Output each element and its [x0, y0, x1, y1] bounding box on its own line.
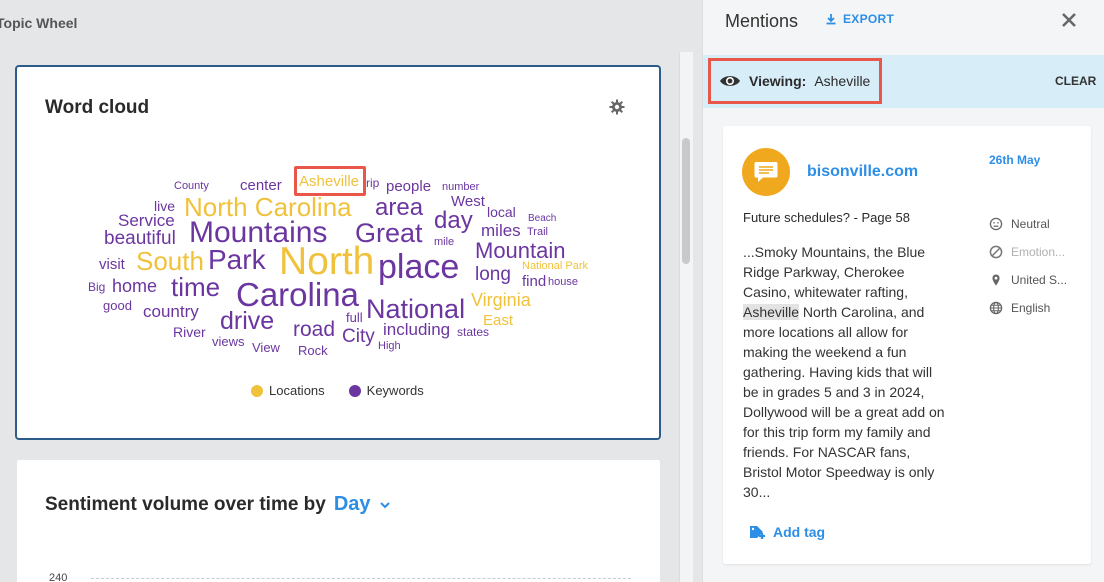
- sentiment-card: Sentiment volume over time by Day 240: [17, 460, 660, 582]
- mention-date: 26th May: [989, 153, 1041, 167]
- word[interactable]: area: [375, 196, 423, 220]
- word[interactable]: place: [378, 250, 459, 284]
- word[interactable]: time: [171, 274, 220, 300]
- word[interactable]: long: [475, 265, 511, 284]
- sentiment-value: Neutral: [1011, 217, 1050, 231]
- word[interactable]: County: [174, 181, 209, 192]
- word[interactable]: drive: [220, 309, 274, 334]
- language-row[interactable]: English: [989, 294, 1085, 322]
- viewing-filter-bar: Viewing: Asheville CLEAR: [703, 55, 1104, 108]
- word[interactable]: City: [342, 327, 375, 346]
- gridline: [91, 578, 631, 579]
- word[interactable]: National Park: [522, 261, 588, 272]
- word[interactable]: full: [346, 311, 363, 324]
- word-cloud-card: Word cloud County center Asheville rip p…: [15, 65, 661, 440]
- export-label: EXPORT: [843, 12, 895, 26]
- word[interactable]: house: [548, 277, 578, 288]
- word[interactable]: find: [522, 274, 546, 289]
- emotion-row[interactable]: Emotion...: [989, 238, 1085, 266]
- word[interactable]: High: [378, 341, 401, 352]
- word[interactable]: good: [103, 299, 132, 312]
- location-row[interactable]: United S...: [989, 266, 1085, 294]
- word[interactable]: Park: [208, 246, 266, 274]
- word[interactable]: day: [434, 209, 473, 233]
- word[interactable]: local: [487, 205, 516, 219]
- highlighted-word-box: [294, 166, 366, 196]
- mention-body-text: ...Smoky Mountains, the Blue Ridge Parkw…: [743, 244, 926, 300]
- mention-highlight: Asheville: [743, 304, 800, 320]
- chevron-down-icon[interactable]: [379, 500, 391, 510]
- language-value: English: [1011, 301, 1051, 315]
- word[interactable]: Trail: [527, 227, 548, 238]
- globe-icon: [989, 301, 1003, 315]
- word[interactable]: road: [293, 319, 335, 340]
- page-title: Topic Wheel: [0, 15, 78, 31]
- mention-card[interactable]: bisonville.com 26th May Future schedules…: [723, 126, 1091, 564]
- word[interactable]: View: [252, 341, 280, 354]
- y-axis-tick: 240: [49, 572, 68, 582]
- word[interactable]: South: [136, 248, 204, 274]
- legend-item-locations[interactable]: Locations: [251, 383, 325, 398]
- word[interactable]: views: [212, 335, 245, 348]
- word[interactable]: Big: [88, 281, 105, 293]
- legend-dot-locations: [251, 384, 263, 397]
- viewing-filter: Viewing: Asheville: [708, 58, 882, 104]
- scrollbar-thumb[interactable]: [682, 138, 690, 264]
- message-icon: [754, 162, 778, 182]
- word[interactable]: states: [457, 326, 489, 338]
- sentiment-title: Sentiment volume over time by Day: [45, 493, 391, 516]
- word[interactable]: home: [112, 277, 157, 295]
- clear-button[interactable]: CLEAR: [1055, 74, 1096, 88]
- word[interactable]: Rock: [298, 344, 328, 357]
- mentions-panel: Mentions EXPORT Viewing: Asheville CLEAR: [702, 0, 1104, 582]
- viewing-value: Asheville: [814, 73, 871, 89]
- location-pin-icon: [992, 274, 1000, 286]
- word[interactable]: center: [240, 178, 282, 193]
- word[interactable]: number: [442, 182, 479, 193]
- legend-dot-keywords: [348, 384, 361, 397]
- word[interactable]: including: [383, 321, 450, 338]
- period-dropdown[interactable]: Day: [334, 493, 371, 516]
- export-button[interactable]: EXPORT: [825, 12, 894, 26]
- download-icon: [826, 14, 836, 25]
- mentions-title: Mentions: [725, 11, 799, 31]
- add-tag-button[interactable]: Add tag: [749, 524, 825, 540]
- word[interactable]: Beach: [528, 214, 556, 224]
- viewing-label: Viewing:: [749, 73, 807, 89]
- location-value: United S...: [1011, 273, 1068, 287]
- legend-label: Locations: [269, 383, 325, 398]
- word[interactable]: Service: [118, 212, 175, 229]
- sentiment-row[interactable]: Neutral: [989, 210, 1085, 238]
- tag-plus-icon: [750, 526, 765, 539]
- legend-item-keywords[interactable]: Keywords: [348, 383, 424, 398]
- avatar: [742, 148, 790, 196]
- eye-icon: [720, 76, 740, 86]
- mention-metadata: Neutral Emotion... United S... English: [989, 210, 1085, 322]
- legend-label: Keywords: [366, 383, 424, 398]
- word-cloud-legend: Locations Keywords: [251, 383, 424, 398]
- word[interactable]: River: [173, 325, 206, 339]
- word[interactable]: National: [366, 296, 465, 323]
- left-content-area: Topic Wheel Word cloud County center Ash…: [0, 0, 702, 582]
- word[interactable]: Virginia: [471, 291, 531, 309]
- scrollbar-track[interactable]: [679, 52, 693, 582]
- mention-source-link[interactable]: bisonville.com: [807, 163, 918, 181]
- word[interactable]: Mountain: [475, 240, 566, 262]
- mention-title: Future schedules? - Page 58: [743, 210, 910, 225]
- word[interactable]: country: [143, 303, 199, 320]
- word[interactable]: mile: [434, 237, 454, 248]
- sentiment-title-text: Sentiment volume over time by: [45, 493, 326, 515]
- word[interactable]: miles: [481, 222, 521, 239]
- add-tag-label: Add tag: [773, 524, 826, 540]
- mention-body: ...Smoky Mountains, the Blue Ridge Parkw…: [743, 242, 951, 502]
- word[interactable]: people: [386, 179, 431, 194]
- neutral-face-icon: [989, 217, 1003, 231]
- word[interactable]: rip: [366, 177, 379, 189]
- emotion-value: Emotion...: [1011, 245, 1066, 259]
- word[interactable]: visit: [99, 257, 125, 272]
- mention-body-text: North Carolina, and more locations all a…: [743, 304, 945, 500]
- close-icon[interactable]: [1061, 12, 1077, 28]
- block-icon: [989, 245, 1003, 259]
